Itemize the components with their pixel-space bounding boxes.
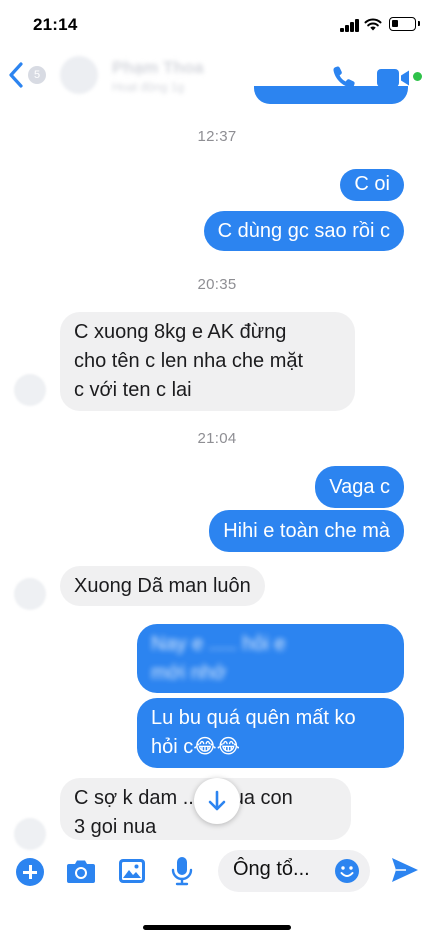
scroll-to-bottom-button[interactable]: [194, 778, 240, 824]
message-input-value: Ông tổ...: [233, 858, 310, 880]
status-bar: 21:14: [0, 0, 434, 50]
message-line: hỏi c😂😂: [151, 736, 240, 758]
status-time: 21:14: [33, 15, 78, 34]
message-bubble-partial[interactable]: [254, 86, 408, 104]
contact-avatar[interactable]: [60, 56, 98, 94]
home-indicator[interactable]: [143, 925, 291, 930]
outgoing-message[interactable]: C dùng gc sao rồi c: [203, 211, 404, 251]
arrow-down-icon: [208, 790, 226, 811]
plus-icon[interactable]: [16, 858, 44, 886]
unread-badge: 5: [28, 66, 46, 84]
timestamp: 21:04: [197, 430, 237, 447]
outgoing-message[interactable]: Hihi e toàn che mà: [209, 510, 404, 552]
back-button[interactable]: 5: [8, 60, 46, 90]
message-input[interactable]: Ông tổ...: [218, 850, 370, 892]
image-icon[interactable]: [118, 858, 146, 884]
timestamp: 12:37: [197, 128, 237, 145]
contact-avatar-small[interactable]: [14, 374, 46, 406]
wifi-icon: [364, 18, 382, 31]
contact-status: Hoạt động 1g: [112, 80, 185, 94]
incoming-message[interactable]: C xuong 8kg e AK đừng cho tên c len nha …: [60, 312, 355, 411]
microphone-icon[interactable]: [170, 856, 194, 886]
message-line: C xuong 8kg e AK đừng: [74, 321, 287, 343]
outgoing-message[interactable]: Vaga c: [315, 466, 404, 508]
message-line: cho tên c len nha che mặt: [74, 350, 304, 372]
cellular-signal-icon: [340, 19, 360, 32]
outgoing-message-obscured[interactable]: Nay e ..... hỏi e mới nhớ: [137, 624, 404, 693]
message-line: c với ten c lai: [74, 379, 192, 401]
timestamp: 20:35: [197, 276, 237, 293]
send-icon[interactable]: [390, 856, 420, 884]
message-line: Lu bu quá quên mất ko: [151, 707, 356, 729]
incoming-message[interactable]: Xuong Dã man luôn: [60, 566, 265, 606]
contact-avatar-small[interactable]: [14, 578, 46, 610]
message-composer: Ông tổ...: [0, 836, 434, 908]
chevron-left-icon: [9, 62, 23, 88]
battery-icon: [389, 17, 420, 31]
contact-name[interactable]: Phạm Thoa: [112, 58, 204, 78]
message-line: Nay e ..... hỏi e: [151, 633, 286, 655]
camera-icon[interactable]: [66, 858, 96, 884]
active-status-dot: [413, 72, 422, 81]
outgoing-message[interactable]: Lu bu quá quên mất ko hỏi c😂😂: [137, 698, 404, 768]
outgoing-message[interactable]: C oi: [340, 169, 404, 201]
smiley-icon[interactable]: [334, 858, 360, 884]
message-line: mới nhớ: [151, 662, 227, 684]
